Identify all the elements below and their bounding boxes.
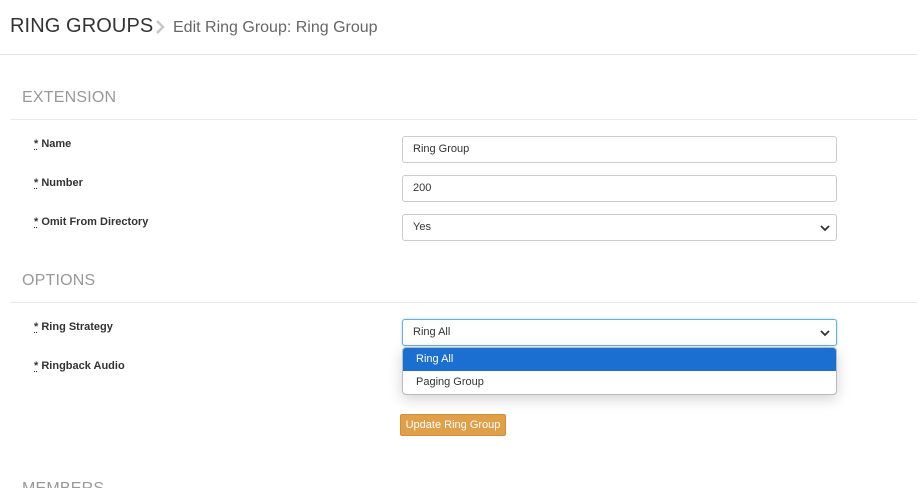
ring-strategy-label: * Ring Strategy xyxy=(34,321,113,333)
page-header: RING GROUPS Edit Ring Group: Ring Group xyxy=(0,0,917,55)
required-marker: * xyxy=(34,177,39,189)
breadcrumb: Edit Ring Group: Ring Group xyxy=(173,19,378,36)
name-input[interactable]: Ring Group xyxy=(402,136,837,163)
name-label-text: Name xyxy=(41,138,72,150)
strategy-select-value: Ring All xyxy=(413,326,451,338)
number-input[interactable]: 200 xyxy=(402,175,837,202)
name-input-value: Ring Group xyxy=(413,143,470,155)
page-title[interactable]: RING GROUPS xyxy=(10,15,153,38)
ringback-audio-label: * Ringback Audio xyxy=(34,360,125,372)
ring-strategy-select[interactable]: Ring All xyxy=(402,319,837,346)
strategy-label-text: Ring Strategy xyxy=(41,321,113,333)
section-title-members: MEMBERS xyxy=(22,480,104,488)
number-input-value: 200 xyxy=(413,182,432,194)
required-marker: * xyxy=(34,321,39,333)
ringback-label-text: Ringback Audio xyxy=(41,360,125,372)
number-label-text: Number xyxy=(41,177,83,189)
omit-from-directory-label: * Omit From Directory xyxy=(34,216,148,228)
required-marker: * xyxy=(34,138,39,150)
section-divider xyxy=(10,302,917,303)
dropdown-option-paging-group[interactable]: Paging Group xyxy=(403,371,836,394)
omit-from-directory-select[interactable]: Yes xyxy=(402,214,837,241)
chevron-down-icon xyxy=(820,225,830,232)
section-divider xyxy=(10,119,917,120)
ring-strategy-dropdown: Ring All Paging Group xyxy=(402,347,837,395)
update-ring-group-button[interactable]: Update Ring Group xyxy=(400,414,506,436)
section-title-options: OPTIONS xyxy=(22,272,96,289)
chevron-right-icon xyxy=(156,20,165,34)
section-title-extension: EXTENSION xyxy=(22,89,117,106)
omit-label-text: Omit From Directory xyxy=(41,216,149,228)
number-label: * Number xyxy=(34,177,83,189)
required-marker: * xyxy=(34,216,39,228)
name-label: * Name xyxy=(34,138,71,150)
omit-select-value: Yes xyxy=(413,221,431,233)
required-marker: * xyxy=(34,360,39,372)
dropdown-option-ring-all[interactable]: Ring All xyxy=(403,348,836,371)
chevron-down-icon xyxy=(820,330,830,337)
